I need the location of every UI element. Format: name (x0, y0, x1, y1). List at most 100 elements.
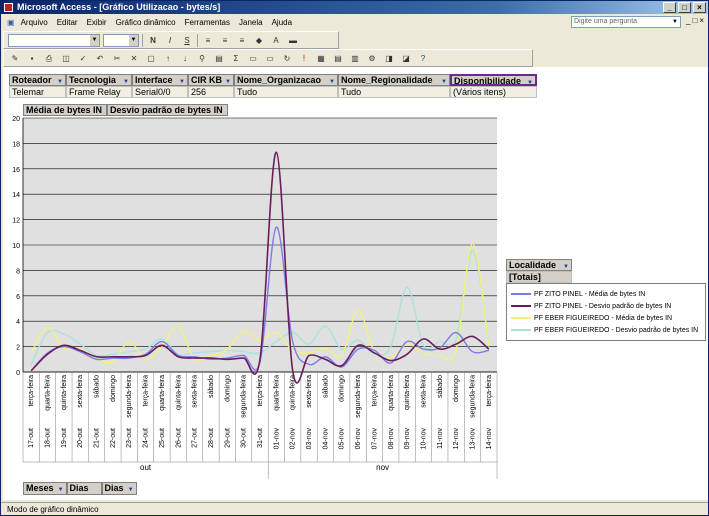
autofilter-icon[interactable]: ⚲ (195, 52, 209, 65)
sort-desc-icon[interactable]: ↓ (178, 52, 192, 65)
filter-field-cir-kb[interactable]: CIR KB ▼ (188, 74, 234, 86)
window-controls: _ □ × (663, 2, 706, 13)
chevron-down-icon[interactable]: ▼ (90, 34, 99, 46)
x-tick-label-date: 25-out (159, 428, 166, 448)
chevron-down-icon[interactable]: ▼ (129, 34, 138, 46)
filter-field-nome-organizacao[interactable]: Nome_Organizacao ▼ (234, 74, 338, 86)
menu-editar[interactable]: Editar (57, 18, 78, 27)
menu-janela[interactable]: Janela (239, 18, 263, 27)
database-window-icon[interactable]: ◨ (382, 52, 396, 65)
y-tick-label: 4 (16, 319, 20, 326)
x-tick-label-weekday: terça-feira (143, 375, 150, 407)
title-bar: Microsoft Access - [Gráfico Utilizacao -… (1, 1, 708, 14)
doc-close-button[interactable]: × (699, 16, 704, 25)
spelling-icon[interactable]: ✓ (76, 52, 90, 65)
undo-icon[interactable]: ↶ (93, 52, 107, 65)
menu-doc-icon[interactable]: ▣ (7, 18, 15, 27)
x-tick-label-weekday: domingo (110, 375, 117, 402)
x-tick-label-date: 27-out (192, 428, 199, 448)
menu-grafico-dinamico[interactable]: Gráfico dinâmico (116, 18, 176, 27)
line-color-icon[interactable]: ▬ (286, 34, 300, 47)
menu-arquivo[interactable]: Arquivo (21, 18, 48, 27)
x-tick-label-weekday: sexta-feira (77, 375, 84, 408)
drop-zones-icon[interactable]: ▥ (348, 52, 362, 65)
filter-value-roteador: Telemar (9, 86, 66, 98)
fill-color-icon[interactable]: ◆ (252, 34, 266, 47)
italic-icon[interactable]: I (163, 34, 177, 47)
help-icon[interactable]: ? (416, 52, 430, 65)
save-icon[interactable]: ▪ (25, 52, 39, 65)
bold-icon[interactable]: N (146, 34, 160, 47)
refresh-icon[interactable]: ↻ (280, 52, 294, 65)
legend-label: PF EBER FIGUEIREDO - Média de bytes IN (534, 314, 673, 322)
collapse-icon[interactable]: ▭ (246, 52, 260, 65)
cut-icon[interactable]: ✂ (110, 52, 124, 65)
legend-item[interactable]: PF ZITO PINEL - Desvio padrão de bytes I… (507, 300, 705, 312)
legend-icon[interactable]: ▤ (331, 52, 345, 65)
filter-field-disponibilidade[interactable]: Disponibilidade ▼ (450, 74, 537, 86)
category-field-dias[interactable]: Dias (66, 482, 102, 495)
legend-item[interactable]: PF EBER FIGUEIREDO - Desvio padrão de by… (507, 324, 705, 336)
doc-restore-button[interactable]: □ (692, 16, 697, 25)
font-size-combo[interactable]: ▼ (103, 33, 139, 47)
filter-field-interface[interactable]: Interface ▼ (132, 74, 188, 86)
menu-exibir[interactable]: Exibir (87, 18, 107, 27)
x-tick-label-date: 23-out (126, 428, 133, 448)
align-right-icon[interactable]: ≡ (235, 34, 249, 47)
x-tick-label-weekday: quarta-feira (388, 375, 395, 411)
y-tick-label: 14 (12, 192, 20, 199)
chart-legend[interactable]: PF ZITO PINEL - Média de bytes IN PF ZITO… (506, 283, 706, 341)
category-field-meses[interactable]: Meses ▼ (23, 482, 67, 495)
font-color-icon[interactable]: A (269, 34, 283, 47)
filter-field-tecnologia[interactable]: Tecnologia ▼ (66, 74, 132, 86)
chevron-down-icon: ▼ (527, 80, 533, 86)
help-question-input[interactable]: Digite uma pergunta ▼ (571, 16, 681, 28)
print-preview-icon[interactable]: ◫ (59, 52, 73, 65)
print-icon[interactable]: ⎙ (42, 52, 56, 65)
category-field-dias-2[interactable]: Dias ▼ (101, 482, 137, 495)
y-tick-label: 10 (12, 243, 20, 250)
series-line-3 (30, 243, 490, 364)
close-button[interactable]: × (693, 2, 706, 13)
x-tick-label-weekday: segunda-feira (241, 375, 248, 418)
legend-item[interactable]: PF ZITO PINEL - Média de bytes IN (507, 288, 705, 300)
filter-field-nome-regionalidade[interactable]: Nome_Regionalidade ▼ (338, 74, 450, 86)
font-name-combo[interactable]: ▼ (8, 33, 100, 47)
series-field-localidade[interactable]: Localidade ▼ (506, 259, 572, 271)
expand-icon[interactable]: ▭ (263, 52, 277, 65)
minimize-button[interactable]: _ (663, 2, 676, 13)
chart-type-icon[interactable]: ▦ (314, 52, 328, 65)
autocalc-icon[interactable]: Σ (229, 52, 243, 65)
y-tick-label: 16 (12, 167, 20, 174)
month-label: out (140, 463, 152, 472)
align-center-icon[interactable]: ≡ (218, 34, 232, 47)
new-object-icon[interactable]: ◪ (399, 52, 413, 65)
pivotchart-toolbar: ✎ ▪ ⎙ ◫ ✓ ↶ ✂ ✕ ▢ ↑ ↓ ⚲ ▤ Σ ▭ ▭ ↻ ! ▦ ▤ … (3, 49, 533, 67)
maximize-button[interactable]: □ (678, 2, 691, 13)
doc-minimize-button[interactable]: _ (686, 16, 690, 25)
menu-ajuda[interactable]: Ajuda (272, 18, 292, 27)
align-left-icon[interactable]: ≡ (201, 34, 215, 47)
menu-ferramentas[interactable]: Ferramentas (185, 18, 230, 27)
filter-value-disponibilidade: (Vários itens) (450, 86, 537, 98)
chevron-down-icon[interactable]: ▼ (672, 17, 678, 27)
legend-item[interactable]: PF EBER FIGUEIREDO - Média de bytes IN (507, 312, 705, 324)
underline-icon[interactable]: S (180, 34, 194, 47)
x-tick-label-date: 03-nov (306, 428, 313, 450)
sort-asc-icon[interactable]: ↑ (161, 52, 175, 65)
legend-swatch (511, 293, 531, 295)
chevron-down-icon: ▼ (57, 79, 63, 85)
x-tick-label-weekday: quinta-feira (61, 375, 68, 410)
view-icon[interactable]: ✎ (8, 52, 22, 65)
show-top-icon[interactable]: ▤ (212, 52, 226, 65)
x-tick-label-weekday: segunda-feira (126, 375, 133, 418)
alert-icon[interactable]: ! (297, 52, 311, 65)
filter-field-roteador[interactable]: Roteador ▼ (9, 74, 66, 86)
x-tick-label-weekday: quarta-feira (159, 375, 166, 411)
select-icon[interactable]: ▢ (144, 52, 158, 65)
properties-icon[interactable]: ⚙ (365, 52, 379, 65)
access-app-icon (4, 3, 13, 12)
delete-icon[interactable]: ✕ (127, 52, 141, 65)
x-tick-label-date: 22-out (110, 428, 117, 448)
series-field-area: Localidade ▼ [Totais] (506, 259, 572, 283)
